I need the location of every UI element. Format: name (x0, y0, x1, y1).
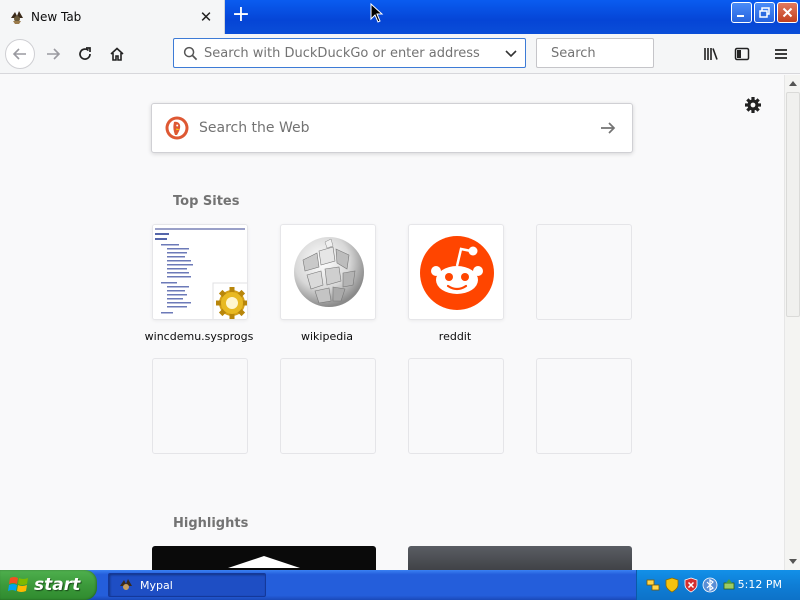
menu-button[interactable] (766, 39, 796, 69)
minimize-button[interactable] (731, 2, 752, 23)
reload-icon (79, 47, 91, 60)
restore-button[interactable] (754, 2, 775, 23)
close-icon (782, 7, 793, 18)
top-site-tile-wikipedia[interactable] (280, 224, 376, 320)
restore-icon (759, 7, 770, 18)
tab-new-tab[interactable]: New Tab ✕ (0, 0, 225, 34)
start-button[interactable]: start (0, 570, 97, 600)
highlight-thumbnail (228, 556, 300, 568)
empty-top-site-tile (408, 358, 504, 454)
taskbar-item-mypal[interactable]: Mypal (108, 573, 266, 597)
scrollbar-thumb[interactable] (786, 92, 800, 317)
close-window-button[interactable] (777, 2, 798, 23)
tab-title: New Tab (31, 10, 82, 24)
scroll-down-arrow-icon[interactable] (785, 554, 800, 570)
title-bar: New Tab ✕ + (0, 0, 800, 34)
empty-top-site-tile (280, 358, 376, 454)
mouse-cursor-icon (370, 3, 384, 23)
forward-arrow-icon (47, 48, 61, 60)
alert-shield-icon[interactable] (683, 577, 699, 593)
top-sites-heading: Top Sites (173, 194, 240, 209)
arrow-right-icon (601, 122, 616, 134)
taskbar: start Mypal 5:12 PM (0, 570, 800, 600)
top-site-label: wincdemu.sysprogs (144, 330, 254, 343)
back-button[interactable] (5, 39, 35, 69)
mypal-app-icon (120, 579, 132, 590)
address-bar[interactable] (173, 38, 526, 68)
web-search-input[interactable] (199, 120, 588, 136)
system-tray: 5:12 PM (636, 570, 800, 600)
network-icon[interactable] (645, 577, 661, 593)
window-controls (731, 2, 798, 23)
top-site-tile-reddit[interactable] (408, 224, 504, 320)
web-search-box[interactable] (151, 103, 633, 153)
reload-button[interactable] (70, 39, 100, 69)
scroll-up-arrow-icon[interactable] (785, 75, 800, 91)
empty-top-site-tile (536, 358, 632, 454)
search-bar[interactable] (536, 38, 721, 68)
gear-icon[interactable] (743, 95, 763, 115)
highlight-card[interactable] (408, 546, 632, 570)
empty-top-site-tile (152, 358, 248, 454)
sidebar-toggle-button[interactable] (727, 39, 757, 69)
start-label: start (34, 575, 81, 595)
wikipedia-globe-icon (294, 237, 364, 307)
security-shield-icon[interactable] (664, 577, 680, 593)
safely-remove-hardware-icon[interactable] (721, 577, 737, 593)
home-button[interactable] (102, 39, 132, 69)
new-tab-button[interactable]: + (230, 4, 252, 27)
search-icon (183, 46, 198, 60)
home-icon (110, 47, 124, 61)
library-button[interactable] (696, 39, 726, 69)
highlight-card[interactable] (152, 546, 376, 570)
wincdemu-thumbnail (153, 225, 247, 319)
duckduckgo-logo-icon (165, 116, 189, 140)
windows-logo-icon (8, 577, 28, 592)
bluetooth-icon[interactable] (702, 577, 718, 593)
hamburger-menu-icon (775, 49, 787, 59)
mypal-favicon-icon (11, 11, 23, 24)
minimize-icon (737, 15, 744, 17)
forward-button[interactable] (38, 39, 68, 69)
address-input[interactable] (204, 45, 504, 61)
web-search-submit-button[interactable] (588, 108, 628, 148)
sidebar-icon (734, 47, 750, 61)
chevron-down-icon[interactable] (504, 46, 518, 60)
back-arrow-icon (12, 48, 26, 60)
taskbar-clock: 5:12 PM (737, 578, 782, 591)
empty-top-site-tile (536, 224, 632, 320)
library-icon (704, 48, 718, 60)
top-site-tile-wincdemu[interactable] (152, 224, 248, 320)
top-site-label: reddit (438, 330, 472, 343)
top-site-label: wikipedia (300, 330, 353, 343)
navigation-toolbar (0, 34, 800, 74)
reddit-alien-icon (420, 236, 494, 310)
highlights-heading: Highlights (173, 516, 249, 531)
vertical-scrollbar[interactable] (784, 75, 800, 570)
tab-close-icon[interactable]: ✕ (196, 7, 216, 27)
new-tab-page: Top Sites (0, 75, 784, 570)
taskbar-item-label: Mypal (140, 578, 173, 592)
